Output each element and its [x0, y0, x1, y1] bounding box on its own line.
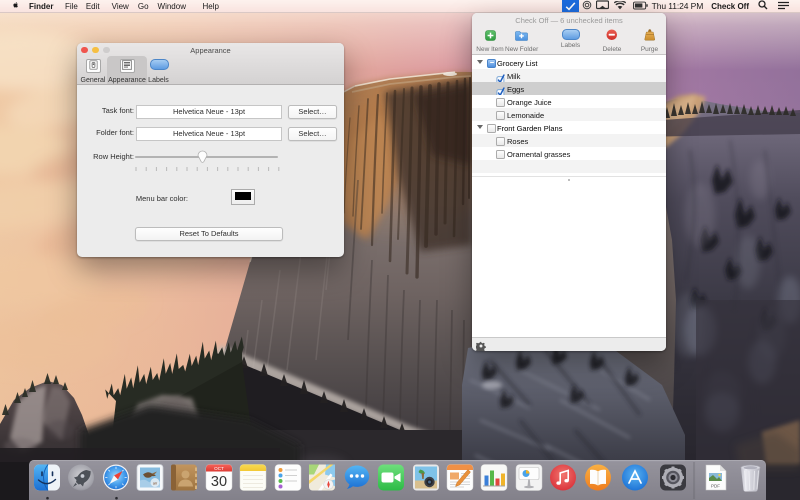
svg-text:OCT: OCT: [214, 466, 224, 471]
svg-text:air: air: [153, 480, 158, 485]
svg-text:30: 30: [211, 474, 227, 490]
svg-text:PDF: PDF: [711, 483, 720, 488]
